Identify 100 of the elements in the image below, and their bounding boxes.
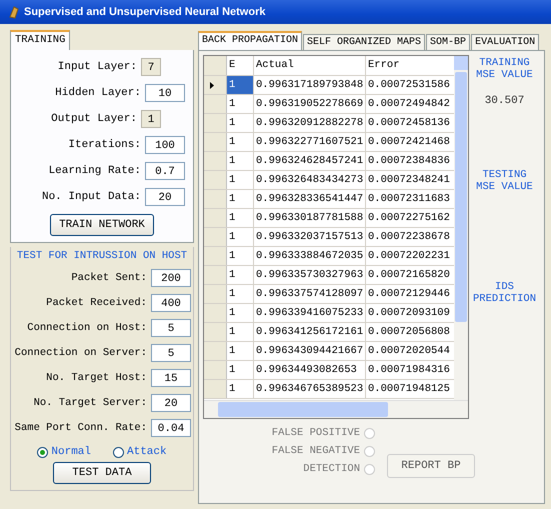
input-field[interactable]: 5	[151, 318, 191, 336]
table-cell-text: 0.00072421468	[367, 135, 451, 150]
table-cell: 1	[227, 228, 254, 246]
result-label: TESTING MSE VALUE	[475, 169, 534, 193]
table-cell: 0.996337574128097	[254, 285, 366, 303]
table-cell-text: 0.00072275162	[367, 211, 451, 226]
radio-option[interactable]: DETECTION	[303, 463, 375, 475]
table-cell-text: 0.00072129446	[367, 287, 451, 302]
table-cell-text: 0.00072384836	[367, 154, 451, 169]
row-pointer-icon	[210, 82, 214, 88]
field-label: Hidden Layer:	[55, 87, 141, 99]
field-label: Output Layer:	[51, 113, 137, 125]
window-title: Supervised and Unsupervised Neural Network	[24, 6, 266, 18]
input-field[interactable]: 100	[145, 136, 185, 154]
table-cell: 0.996333884672035	[254, 247, 366, 265]
result-label: TRAINING MSE VALUE	[475, 57, 534, 81]
report-button[interactable]: REPORT BP	[387, 454, 475, 478]
train-network-button[interactable]: TRAIN NETWORK	[50, 214, 154, 236]
table-cell: 0.99634493082653	[254, 361, 366, 379]
table-cell: 1	[227, 342, 254, 360]
input-field[interactable]: 200	[151, 268, 191, 286]
field-label: Packet Sent:	[71, 272, 147, 284]
input-field: 7	[141, 58, 161, 76]
table-cell: 1	[227, 361, 254, 379]
field-label: Connection on Server:	[14, 346, 147, 358]
input-field[interactable]: 0.04	[151, 418, 191, 436]
column-header[interactable]: E	[227, 56, 254, 75]
table-cell-text: 0.00072311683	[367, 192, 451, 207]
vertical-scrollbar[interactable]	[454, 56, 468, 400]
table-cell: 0.996326483434273	[254, 171, 366, 189]
input-field[interactable]: 20	[145, 188, 185, 206]
table-cell-text: 0.00072458136	[367, 116, 451, 131]
table-cell: 0.996319052278669	[254, 95, 366, 113]
table-cell-text: 0.00072348241	[367, 173, 451, 188]
table-cell: 1	[227, 76, 254, 94]
table-cell-text: 0.00072494842	[367, 97, 451, 112]
table-cell: 1	[227, 380, 254, 398]
row-header	[204, 56, 227, 75]
horizontal-scrollbar[interactable]	[204, 400, 468, 418]
table-cell: 0.996328336541447	[254, 190, 366, 208]
radio-option[interactable]: Normal	[37, 446, 91, 458]
table-cell: 1	[227, 247, 254, 265]
input-field[interactable]: 5	[151, 344, 191, 362]
tab[interactable]: SELF ORGANIZED MAPS	[303, 34, 426, 50]
table-cell: 1	[227, 209, 254, 227]
table-cell: 1	[227, 95, 254, 113]
field-label: Input Layer:	[58, 61, 137, 73]
radio-option[interactable]: Attack	[113, 446, 167, 458]
table-cell-text: 0.00071948125	[367, 382, 451, 397]
field-label: Learning Rate:	[48, 165, 141, 177]
field-label: No. Input Data:	[42, 191, 141, 203]
tab[interactable]: TRAINING	[10, 30, 70, 50]
tab[interactable]: EVALUATION	[471, 34, 540, 50]
result-value: 30.507	[484, 94, 524, 107]
table-cell: 0.996324628457241	[254, 152, 366, 170]
field-label: No. Target Host:	[46, 372, 147, 384]
tab[interactable]: SOM-BP	[426, 34, 470, 50]
table-cell-text: 0.00072093109	[367, 306, 451, 321]
field-label: Same Port Conn. Rate:	[14, 422, 147, 434]
radio-option[interactable]: FALSE NEGATIVE	[272, 445, 375, 457]
table-cell: 1	[227, 304, 254, 322]
radio-option[interactable]: FALSE POSITIVE	[272, 427, 375, 439]
table-cell: 1	[227, 171, 254, 189]
table-cell-text: 0.00072056808	[367, 325, 451, 340]
row-header[interactable]	[204, 76, 227, 94]
table-cell-text: 0.00072165820	[367, 268, 451, 283]
tab[interactable]: BACK PROPAGATION	[198, 31, 302, 50]
test-data-button[interactable]: TEST DATA	[53, 462, 151, 484]
table-cell: 1	[227, 190, 254, 208]
table-cell: 0.996341256172161	[254, 323, 366, 341]
field-label: No. Target Server:	[34, 396, 147, 408]
table-cell: 0.996343094421667	[254, 342, 366, 360]
field-label: Connection on Host:	[27, 322, 147, 334]
input-field: 1	[141, 110, 161, 128]
input-field[interactable]: 10	[145, 84, 185, 102]
table-cell: 0.996346765389523	[254, 380, 366, 398]
table-cell-text: 0.00072238678	[367, 230, 451, 245]
column-header[interactable]: Error	[366, 56, 454, 75]
table-cell: 1	[227, 133, 254, 151]
input-field[interactable]: 400	[151, 294, 191, 312]
result-label: IDS PREDICTION	[472, 281, 537, 305]
table-cell-text: 0.00072531586	[367, 78, 451, 93]
app-icon	[8, 5, 20, 19]
table-cell: 1	[227, 323, 254, 341]
table-cell: 0.996339416075233	[254, 304, 366, 322]
input-field[interactable]: 20	[151, 394, 191, 412]
table-cell-text: 0.00071984316	[367, 363, 451, 378]
input-field[interactable]: 15	[151, 368, 191, 386]
table-cell: 0.996322771607521	[254, 133, 366, 151]
field-label: Packet Received:	[46, 296, 147, 308]
table-cell: 1	[227, 152, 254, 170]
input-field[interactable]: 0.7	[145, 162, 185, 180]
column-header[interactable]: Actual	[254, 56, 366, 75]
table-cell: 0.996332037157513	[254, 228, 366, 246]
table-cell-text: 0.00072202231	[367, 249, 451, 264]
table-cell-text: 0.00072020544	[367, 344, 451, 359]
table-cell: 0.996320912882278	[254, 114, 366, 132]
table-cell: 1	[227, 285, 254, 303]
table-cell: 0.996330187781588	[254, 209, 366, 227]
table-cell: 0.996335730327963	[254, 266, 366, 284]
